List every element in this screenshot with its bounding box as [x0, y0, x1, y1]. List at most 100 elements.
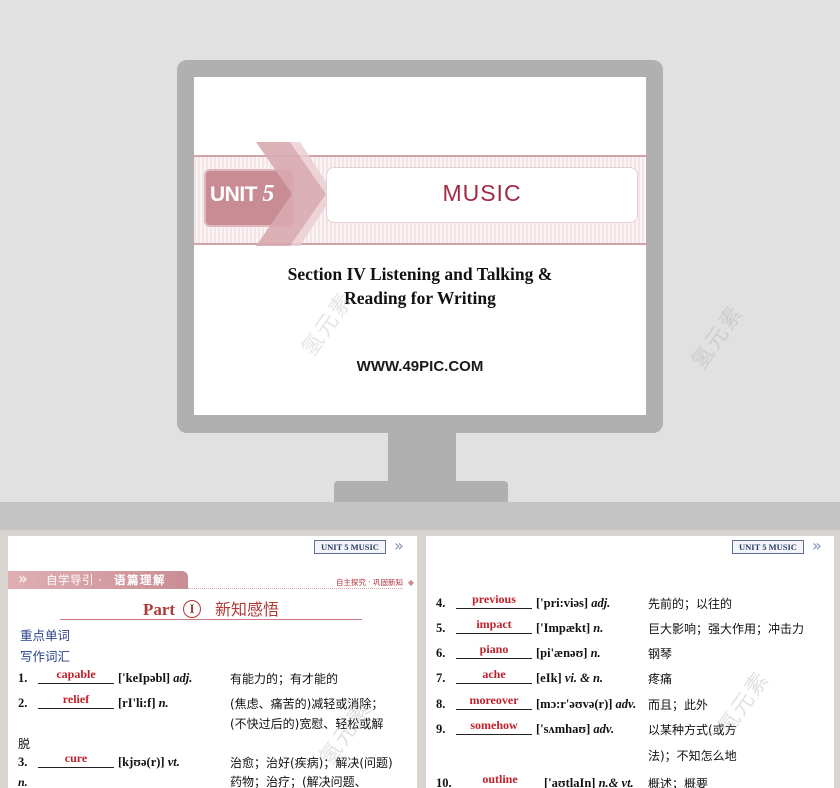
unit-word: UNIT	[210, 183, 258, 206]
part-of-speech: n.	[590, 646, 601, 660]
vocab-row: 5. impact ['Impækt] n. 巨大影响；强大作用；冲击力	[426, 617, 834, 641]
phonetic-text: [pi'ænəʊ]	[536, 646, 588, 660]
meaning: 有能力的；有才能的	[230, 672, 339, 686]
unit-title: MUSIC	[442, 180, 522, 206]
phonetic: ['keIpəbl] adj.	[118, 671, 192, 686]
section-title-line2: Reading for Writing	[344, 288, 496, 308]
section-heading: 重点单词	[20, 628, 71, 643]
nav-prefix: 自学导引 ·	[46, 573, 103, 587]
part-of-speech: n.& vt.	[598, 776, 634, 788]
phonetic-text: ['aʊtlaIn]	[544, 776, 596, 788]
answer-blank[interactable]: relief	[38, 692, 114, 709]
section-title: Section IV Listening and Talking & Readi…	[194, 262, 646, 310]
monitor-stand-base	[334, 481, 508, 503]
part-word: Part	[142, 600, 176, 619]
phonetic: [kjʊə(r)] vt.	[118, 755, 180, 770]
unit-label: UNIT 5	[210, 181, 274, 208]
part-of-speech: vi. & n.	[564, 671, 604, 685]
answer-blank[interactable]: ache	[456, 667, 532, 684]
phonetic: ['sʌmhaʊ] adv.	[536, 722, 614, 737]
phonetic-text: ['keIpəbl]	[118, 671, 171, 685]
unit-tag: UNIT 5 MUSIC	[314, 540, 386, 554]
answer-blank[interactable]: capable	[38, 667, 114, 684]
vocab-row: 9. somehow ['sʌmhaʊ] adv. 以某种方式(或方	[426, 718, 834, 742]
part-of-speech: adv.	[593, 722, 615, 736]
phonetic-text: [kjʊə(r)]	[118, 755, 165, 769]
part-of-speech: n.	[593, 621, 604, 635]
answer-blank[interactable]: outline	[462, 772, 538, 788]
entry-number: 3.	[18, 755, 28, 769]
phonetic: ['aʊtlaIn] n.& vt.	[544, 776, 634, 788]
unit-number: 5	[262, 181, 274, 207]
part-of-speech: vt.	[167, 755, 180, 769]
meaning-continued: 法)；不知怎么地	[648, 749, 737, 763]
vocab-row: 4. previous ['pri:viəs] adj. 先前的；以往的	[426, 592, 834, 616]
phonetic: [pi'ænəʊ] n.	[536, 646, 601, 661]
answer-blank[interactable]: piano	[456, 642, 532, 659]
part-cn-title: 新知感悟	[215, 600, 280, 619]
entry-number: 2.	[18, 696, 28, 710]
meaning: 巨大影响；强大作用；冲击力	[648, 622, 805, 636]
part-of-speech: adj.	[173, 671, 193, 685]
meaning: 钢琴	[648, 647, 673, 661]
vocab-row: 8. moreover [mɔ:r'əʊvə(r)] adv. 而且；此外	[426, 693, 834, 717]
part-of-speech: adj.	[591, 596, 611, 610]
slide-thumbnail-left[interactable]: UNIT 5 MUSIC » » 自学导引 · 语篇理解 自主探究 · 巩固新知…	[8, 536, 417, 788]
phonetic: [mɔ:r'əʊvə(r)] adv.	[536, 697, 636, 712]
website-label: WWW.49PIC.COM	[356, 358, 484, 375]
part-number: I	[183, 600, 202, 618]
meaning: 而且；此外	[648, 698, 709, 712]
meaning: 先前的；以往的	[648, 597, 733, 611]
title-slide-preview[interactable]: UNIT 5 MUSIC Section IV Listening and Ta…	[194, 77, 646, 415]
meaning-continued: 脱	[18, 737, 31, 751]
phonetic-text: ['Impækt]	[536, 621, 591, 635]
phonetic-text: ['sʌmhaʊ]	[536, 722, 591, 736]
part-of-speech: adv.	[615, 697, 637, 711]
slide-thumbnail-right[interactable]: UNIT 5 MUSIC » 4. previous ['pri:viəs] a…	[426, 536, 834, 788]
unit-tag: UNIT 5 MUSIC	[732, 540, 804, 554]
section-title-line1: Section IV Listening and Talking &	[287, 264, 553, 284]
double-chevron-icon: »	[812, 536, 822, 555]
meaning-continued: 药物；治疗；(解决问题、	[230, 775, 367, 788]
answer-blank[interactable]: somehow	[456, 718, 532, 735]
phonetic: [rI'li:f] n.	[118, 696, 169, 711]
double-chevron-icon: »	[18, 569, 28, 588]
meaning: 概述；概要	[648, 777, 709, 788]
phonetic-text: [rI'li:f]	[118, 696, 156, 710]
nav-subtitle: 自主探究 · 巩固新知	[335, 578, 403, 587]
entry-number: 1.	[18, 671, 28, 685]
phonetic: ['pri:viəs] adj.	[536, 596, 610, 611]
watermark: 氢元素	[687, 300, 749, 375]
monitor-stand-neck	[388, 433, 456, 483]
vocab-row: 10. outline ['aʊtlaIn] n.& vt. 概述；概要	[426, 772, 834, 788]
phonetic: [eIk] vi. & n.	[536, 671, 603, 686]
entry-number: 8.	[436, 697, 446, 711]
phonetic: ['Impækt] n.	[536, 621, 603, 636]
nav-highlight: 语篇理解	[114, 573, 166, 587]
phonetic-text: ['pri:viəs]	[536, 596, 589, 610]
answer-blank[interactable]: cure	[38, 751, 114, 768]
entry-number: 9.	[436, 722, 446, 736]
entry-number: 5.	[436, 621, 446, 635]
entry-number: 6.	[436, 646, 446, 660]
entry-number: 7.	[436, 671, 446, 685]
meaning: 疼痛	[648, 672, 673, 686]
part-title: Part I 新知感悟	[60, 596, 362, 620]
answer-blank[interactable]: moreover	[456, 693, 532, 710]
phonetic-text: [mɔ:r'əʊvə(r)]	[536, 697, 613, 711]
section-heading: 写作词汇	[20, 649, 71, 664]
divider	[188, 588, 403, 589]
vocab-row: 3. cure [kjʊə(r)] vt. 治愈；治好(疾病)；解决(问题)	[8, 751, 417, 775]
part-of-speech: n.	[158, 696, 169, 710]
entry-number: 10.	[436, 776, 452, 788]
vocab-row: 1. capable ['keIpəbl] adj. 有能力的；有才能的	[8, 667, 417, 691]
answer-blank[interactable]: previous	[456, 592, 532, 609]
meaning: 治愈；治好(疾病)；解决(问题)	[230, 756, 393, 770]
phonetic-text: [eIk]	[536, 671, 562, 685]
part-of-speech: n.	[18, 775, 28, 788]
diamond-icon: ◆	[407, 578, 414, 587]
vocab-row: 6. piano [pi'ænəʊ] n. 钢琴	[426, 642, 834, 666]
double-chevron-icon: »	[394, 536, 404, 555]
answer-blank[interactable]: impact	[456, 617, 532, 634]
entry-number: 4.	[436, 596, 446, 610]
